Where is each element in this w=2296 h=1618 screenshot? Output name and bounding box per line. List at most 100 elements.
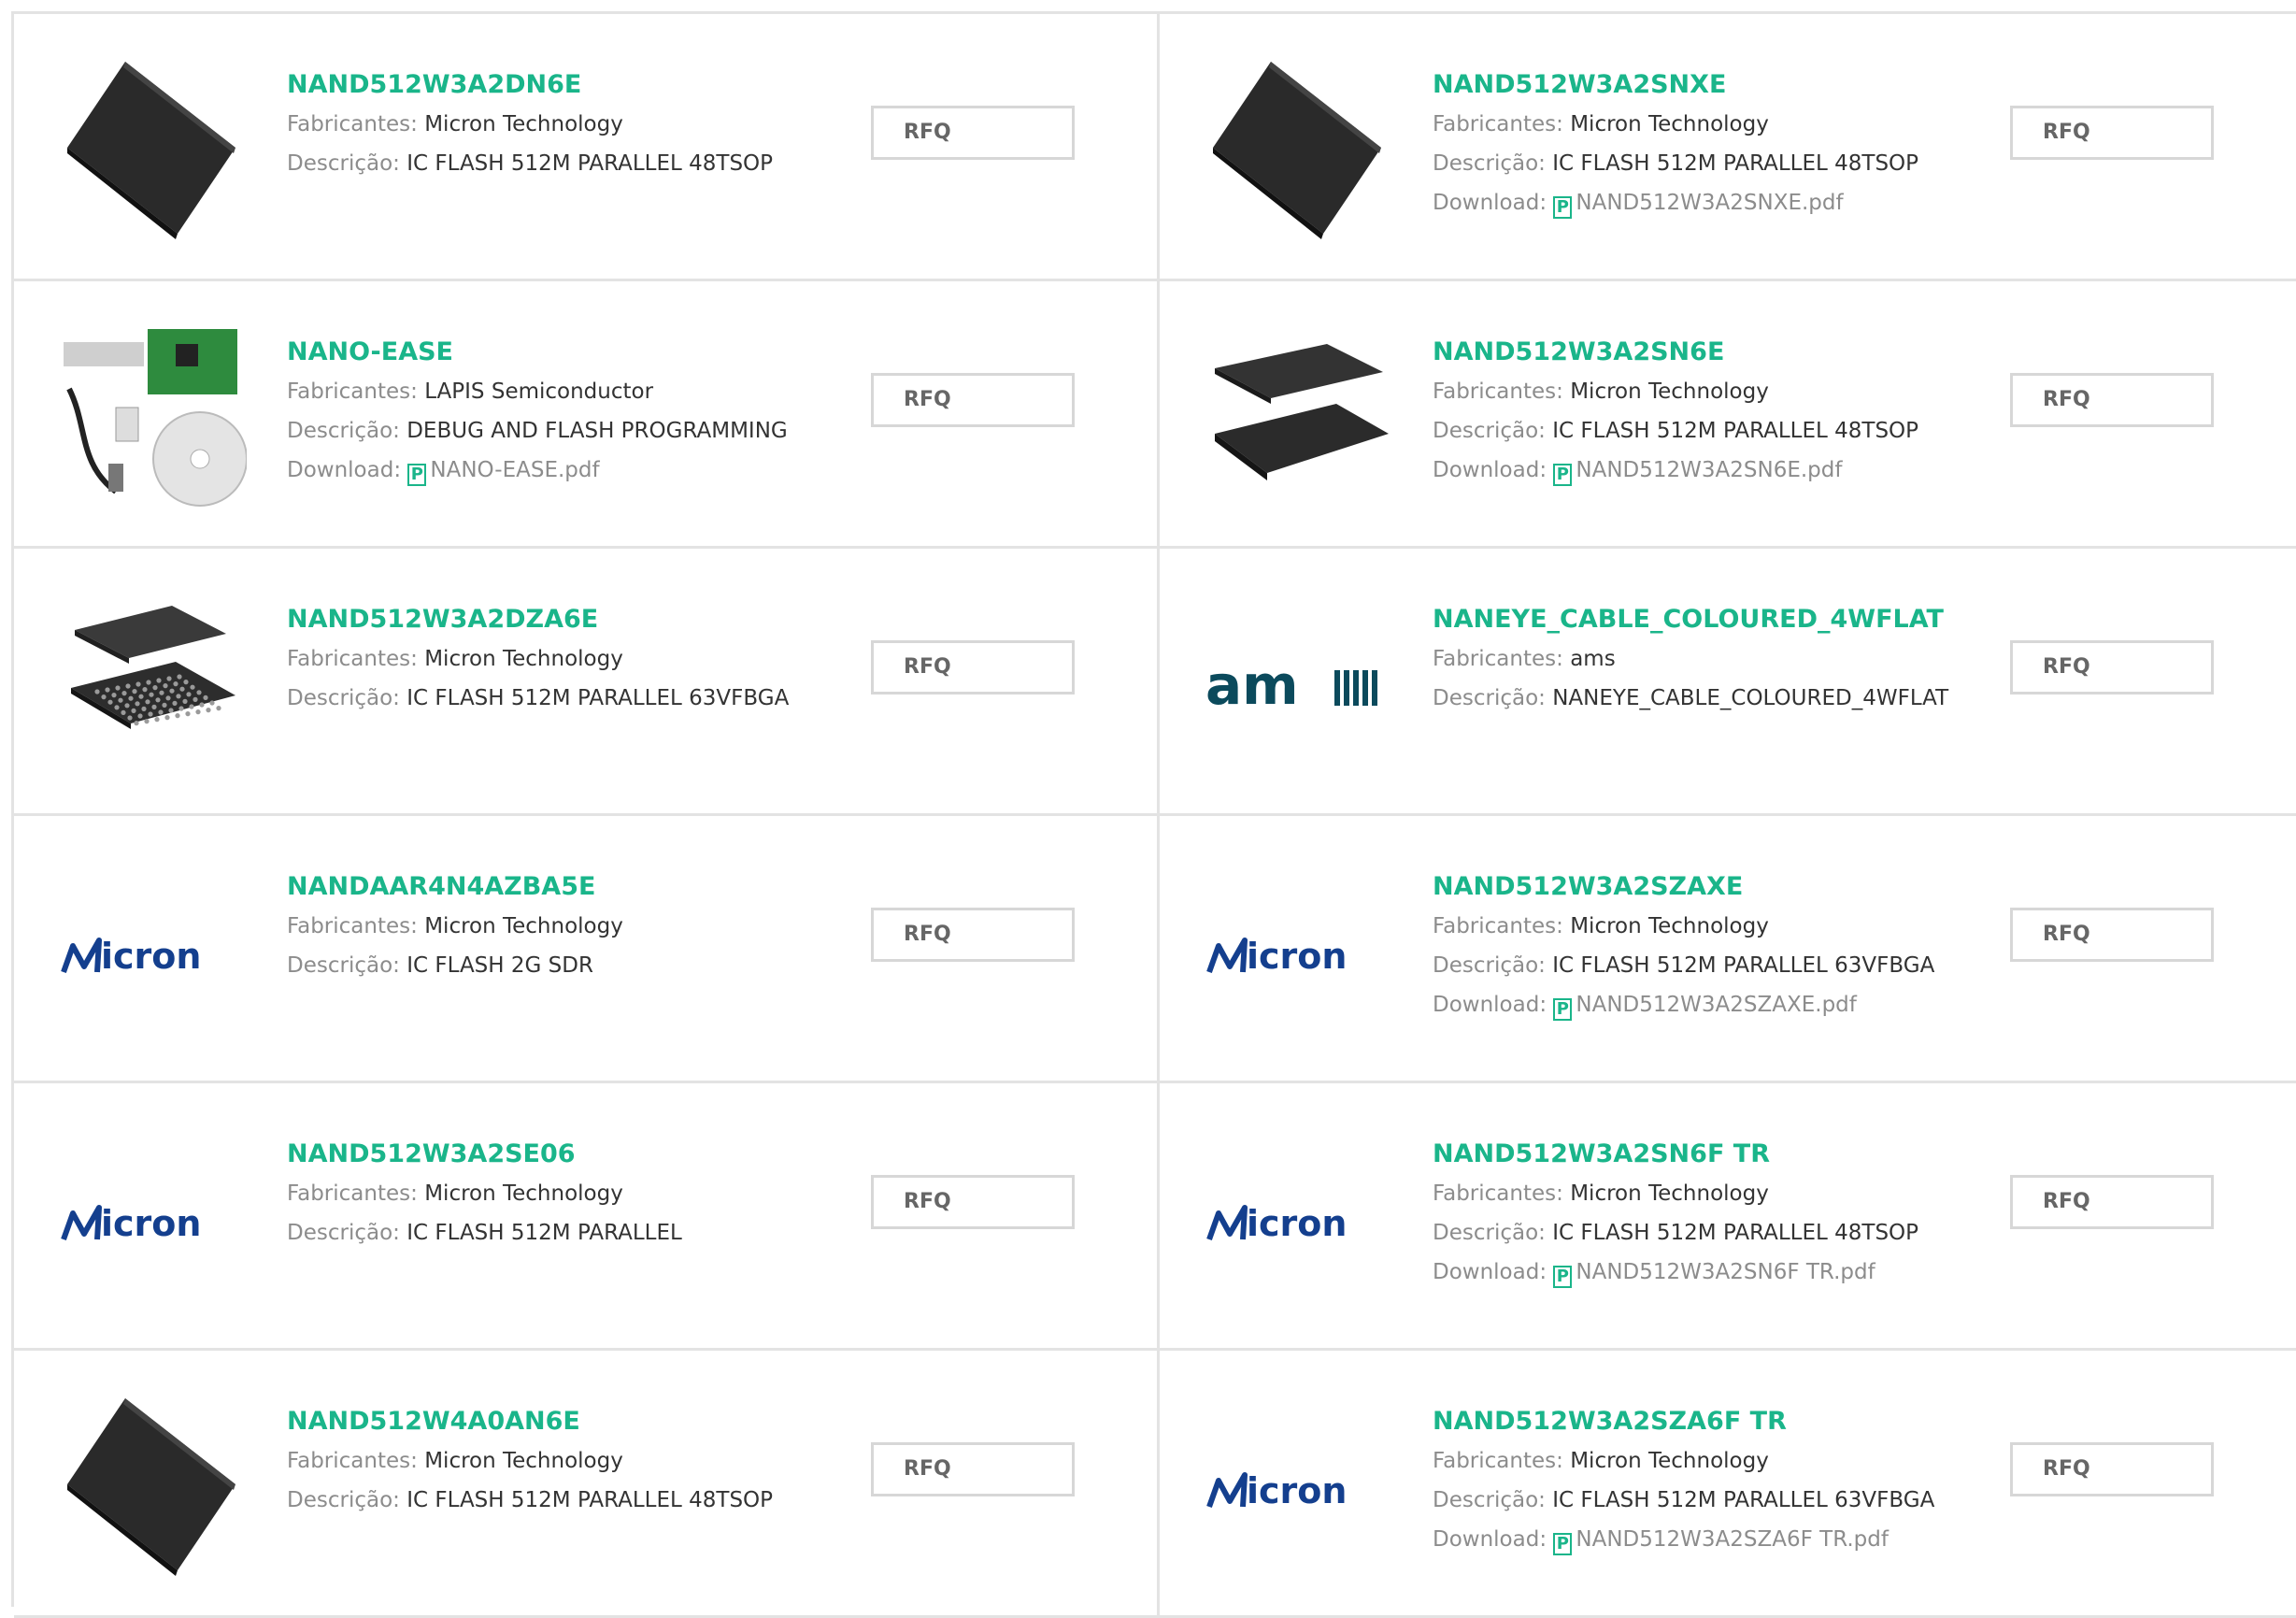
manufacturer-label: Fabricantes:: [287, 112, 418, 136]
product-info: NAND512W3A2SNXE Fabricantes: Micron Tech…: [1433, 65, 1962, 222]
part-number-link[interactable]: NANO-EASE: [287, 333, 820, 372]
description-label: Descrição:: [287, 1221, 400, 1245]
manufacturer-value: Micron Technology: [1570, 1449, 1769, 1473]
manufacturer-label: Fabricantes:: [1433, 1449, 1563, 1473]
ams-logo[interactable]: am: [1205, 591, 1392, 778]
part-number-link[interactable]: NANEYE_CABLE_COLOURED_4WFLAT: [1433, 600, 1962, 639]
product-info: NAND512W3A2SE06 Fabricantes: Micron Tech…: [287, 1135, 820, 1253]
manufacturer-row: Fabricantes: Micron Technology: [287, 639, 820, 679]
description-value: IC FLASH 512M PARALLEL 63VFBGA: [1552, 1488, 1935, 1512]
download-row: Download: P NAND512W3A2SN6E.pdf: [1433, 451, 1962, 490]
manufacturer-value: Micron Technology: [424, 112, 623, 136]
download-row: Download: P NAND512W3A2SN6F TR.pdf: [1433, 1253, 1962, 1292]
rfq-button[interactable]: RFQ: [871, 1175, 1075, 1229]
description-label: Descrição:: [1433, 151, 1546, 176]
datasheet-link[interactable]: NAND512W3A2SN6E.pdf: [1576, 458, 1842, 482]
rfq-button[interactable]: RFQ: [2010, 1442, 2214, 1496]
manufacturer-value: Micron Technology: [1570, 112, 1769, 136]
datasheet-link[interactable]: NANO-EASE.pdf: [430, 458, 599, 482]
product-info: NANDAAR4N4AZBA5E Fabricantes: Micron Tec…: [287, 867, 820, 985]
pdf-icon[interactable]: P: [407, 464, 427, 486]
description-label: Descrição:: [287, 151, 400, 176]
micron-logo[interactable]: icron: [60, 858, 247, 1045]
rfq-button[interactable]: RFQ: [871, 1442, 1075, 1496]
part-number-link[interactable]: NAND512W3A2SNXE: [1433, 65, 1962, 105]
svg-text:icron: icron: [101, 936, 201, 977]
description-row: Descrição: DEBUG AND FLASH PROGRAMMING: [287, 411, 820, 451]
product-card: NAND512W3A2DN6E Fabricantes: Micron Tech…: [14, 14, 1160, 281]
pdf-icon[interactable]: P: [1553, 998, 1573, 1021]
description-row: Descrição: IC FLASH 512M PARALLEL 48TSOP: [287, 1481, 820, 1520]
pdf-icon[interactable]: P: [1553, 464, 1573, 486]
part-number-link[interactable]: NAND512W3A2SN6E: [1433, 333, 1962, 372]
manufacturer-row: Fabricantes: Micron Technology: [1433, 105, 1962, 144]
rfq-button[interactable]: RFQ: [2010, 640, 2214, 694]
svg-text:icron: icron: [1247, 1470, 1347, 1511]
product-card: icron NAND512W3A2SN6F TR Fabricantes: Mi…: [1160, 1083, 2296, 1351]
svg-text:am: am: [1205, 653, 1299, 717]
manufacturer-value: Micron Technology: [1570, 914, 1769, 938]
part-number-link[interactable]: NAND512W3A2DN6E: [287, 65, 820, 105]
product-card: icron NANDAAR4N4AZBA5E Fabricantes: Micr…: [14, 816, 1160, 1083]
part-number-link[interactable]: NANDAAR4N4AZBA5E: [287, 867, 820, 907]
datasheet-link[interactable]: NAND512W3A2SN6F TR.pdf: [1576, 1260, 1875, 1284]
description-value: IC FLASH 512M PARALLEL 63VFBGA: [406, 686, 790, 710]
rfq-button[interactable]: RFQ: [2010, 1175, 2214, 1229]
product-info: NAND512W3A2SN6F TR Fabricantes: Micron T…: [1433, 1135, 1962, 1292]
description-label: Descrição:: [1433, 686, 1546, 710]
part-number-link[interactable]: NAND512W3A2SZAXE: [1433, 867, 1962, 907]
datasheet-link[interactable]: NAND512W3A2SNXE.pdf: [1576, 191, 1843, 215]
tsop-chip-icon[interactable]: [1205, 56, 1392, 243]
part-number-link[interactable]: NAND512W3A2DZA6E: [287, 600, 820, 639]
svg-text:icron: icron: [1247, 1203, 1347, 1244]
bga-chip-icon[interactable]: [60, 591, 247, 778]
part-number-link[interactable]: NAND512W3A2SZA6F TR: [1433, 1402, 1962, 1441]
product-card: NAND512W3A2SNXE Fabricantes: Micron Tech…: [1160, 14, 2296, 281]
manufacturer-row: Fabricantes: Micron Technology: [287, 1174, 820, 1213]
svg-text:icron: icron: [101, 1203, 201, 1244]
description-row: Descrição: NANEYE_CABLE_COLOURED_4WFLAT: [1433, 679, 1962, 718]
datasheet-link[interactable]: NAND512W3A2SZAXE.pdf: [1576, 993, 1856, 1017]
rfq-button[interactable]: RFQ: [2010, 373, 2214, 427]
part-number-link[interactable]: NAND512W3A2SN6F TR: [1433, 1135, 1962, 1174]
rfq-button[interactable]: RFQ: [2010, 106, 2214, 160]
rfq-button[interactable]: RFQ: [871, 640, 1075, 694]
manufacturer-row: Fabricantes: ams: [1433, 639, 1962, 679]
pdf-icon[interactable]: P: [1553, 1266, 1573, 1288]
part-number-link[interactable]: NAND512W4A0AN6E: [287, 1402, 820, 1441]
rfq-button[interactable]: RFQ: [2010, 908, 2214, 962]
tsop-pair-icon[interactable]: [1205, 323, 1392, 510]
product-info: NAND512W3A2SZAXE Fabricantes: Micron Tec…: [1433, 867, 1962, 1024]
download-label: Download:: [1433, 1260, 1547, 1284]
pdf-icon[interactable]: P: [1553, 196, 1573, 219]
download-label: Download:: [1433, 458, 1547, 482]
datasheet-link[interactable]: NAND512W3A2SZA6F TR.pdf: [1576, 1527, 1889, 1552]
product-info: NAND512W3A2DN6E Fabricantes: Micron Tech…: [287, 65, 820, 183]
manufacturer-row: Fabricantes: Micron Technology: [1433, 1441, 1962, 1481]
micron-logo[interactable]: icron: [1205, 1125, 1392, 1312]
manufacturer-label: Fabricantes:: [287, 1181, 418, 1206]
manufacturer-value: Micron Technology: [424, 1181, 623, 1206]
micron-logo[interactable]: icron: [60, 1125, 247, 1312]
micron-logo[interactable]: icron: [1205, 1393, 1392, 1580]
manufacturer-label: Fabricantes:: [287, 379, 418, 404]
micron-logo[interactable]: icron: [1205, 858, 1392, 1045]
manufacturer-value: ams: [1570, 647, 1616, 671]
pdf-icon[interactable]: P: [1553, 1533, 1573, 1555]
rfq-button[interactable]: RFQ: [871, 908, 1075, 962]
manufacturer-label: Fabricantes:: [287, 1449, 418, 1473]
tsop-chip-icon[interactable]: [60, 1393, 247, 1580]
manufacturer-row: Fabricantes: Micron Technology: [1433, 1174, 1962, 1213]
description-value: DEBUG AND FLASH PROGRAMMING: [406, 419, 788, 443]
description-label: Descrição:: [287, 419, 400, 443]
product-card: NAND512W3A2SN6E Fabricantes: Micron Tech…: [1160, 281, 2296, 549]
description-label: Descrição:: [287, 1488, 400, 1512]
tsop-chip-icon[interactable]: [60, 56, 247, 243]
dev-kit-icon[interactable]: [60, 323, 247, 510]
description-row: Descrição: IC FLASH 512M PARALLEL 63VFBG…: [287, 679, 820, 718]
part-number-link[interactable]: NAND512W3A2SE06: [287, 1135, 820, 1174]
rfq-button[interactable]: RFQ: [871, 373, 1075, 427]
product-card: NANO-EASE Fabricantes: LAPIS Semiconduct…: [14, 281, 1160, 549]
rfq-button[interactable]: RFQ: [871, 106, 1075, 160]
description-row: Descrição: IC FLASH 512M PARALLEL 48TSOP: [1433, 1213, 1962, 1253]
